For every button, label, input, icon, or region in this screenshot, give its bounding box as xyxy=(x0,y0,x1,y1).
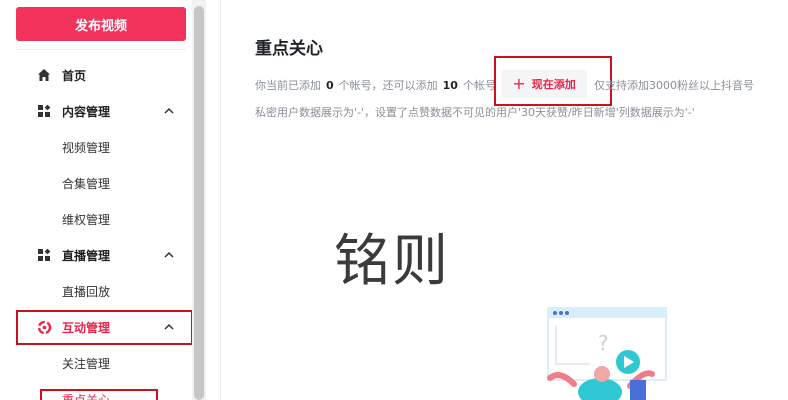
sidebar-item-label: 首页 xyxy=(62,68,87,83)
grid-icon xyxy=(36,247,52,263)
publish-video-button[interactable]: 发布视频 xyxy=(16,7,186,41)
sidebar-item-label: 关注管理 xyxy=(62,356,111,371)
sidebar-item-home[interactable]: 首页 xyxy=(16,57,186,93)
grid-icon xyxy=(36,103,52,119)
sidebar-item-label: 视频管理 xyxy=(62,140,111,155)
chevron-up-icon[interactable] xyxy=(162,104,176,118)
highlight-box-key-care xyxy=(40,389,158,400)
page-title: 重点关心 xyxy=(255,39,323,59)
sidebar-item-content[interactable]: 内容管理 xyxy=(16,93,186,129)
sidebar-subitem-rights[interactable]: 维权管理 xyxy=(16,201,186,237)
sidebar-subitem-collection[interactable]: 合集管理 xyxy=(16,165,186,201)
quota-info: 你当前已添加 0 个帐号，还可以添加 10 个帐号 xyxy=(255,77,496,93)
sidebar-subitem-live-replay[interactable]: 直播回放 xyxy=(16,273,186,309)
sidebar-item-label: 内容管理 xyxy=(62,104,111,119)
chevron-up-icon[interactable] xyxy=(162,248,176,262)
sidebar-item-live[interactable]: 直播管理 xyxy=(16,237,186,273)
divider xyxy=(16,49,186,50)
divider xyxy=(220,0,221,400)
info-prefix: 你当前已添加 xyxy=(255,79,321,92)
sidebar-item-label: 维权管理 xyxy=(62,212,111,227)
remaining-count: 10 xyxy=(442,78,458,92)
sidebar-item-label: 直播管理 xyxy=(62,248,111,263)
info-mid: 个帐号，还可以添加 xyxy=(338,79,438,92)
empty-state-illustration: ? xyxy=(547,307,667,400)
sidebar-item-label: 直播回放 xyxy=(62,284,111,299)
sidebar-subitem-follow[interactable]: 关注管理 xyxy=(16,345,186,381)
follower-requirement: 仅支持添加3000粉丝以上抖音号 xyxy=(594,79,754,92)
watermark-text: 铭则 xyxy=(334,229,450,294)
sidebar-item-label: 合集管理 xyxy=(62,176,111,191)
scrollbar-thumb[interactable] xyxy=(194,6,204,400)
svg-text:?: ? xyxy=(598,331,609,355)
highlight-box-interaction xyxy=(16,310,193,345)
sidebar-subitem-video[interactable]: 视频管理 xyxy=(16,129,186,165)
home-icon xyxy=(36,67,52,83)
info-suffix: 个帐号 xyxy=(462,79,496,92)
privacy-note: 私密用户数据展示为'-'，设置了点赞数据不可见的用户'30天获赞/昨日新增'列数… xyxy=(255,106,695,119)
added-count: 0 xyxy=(326,78,334,92)
